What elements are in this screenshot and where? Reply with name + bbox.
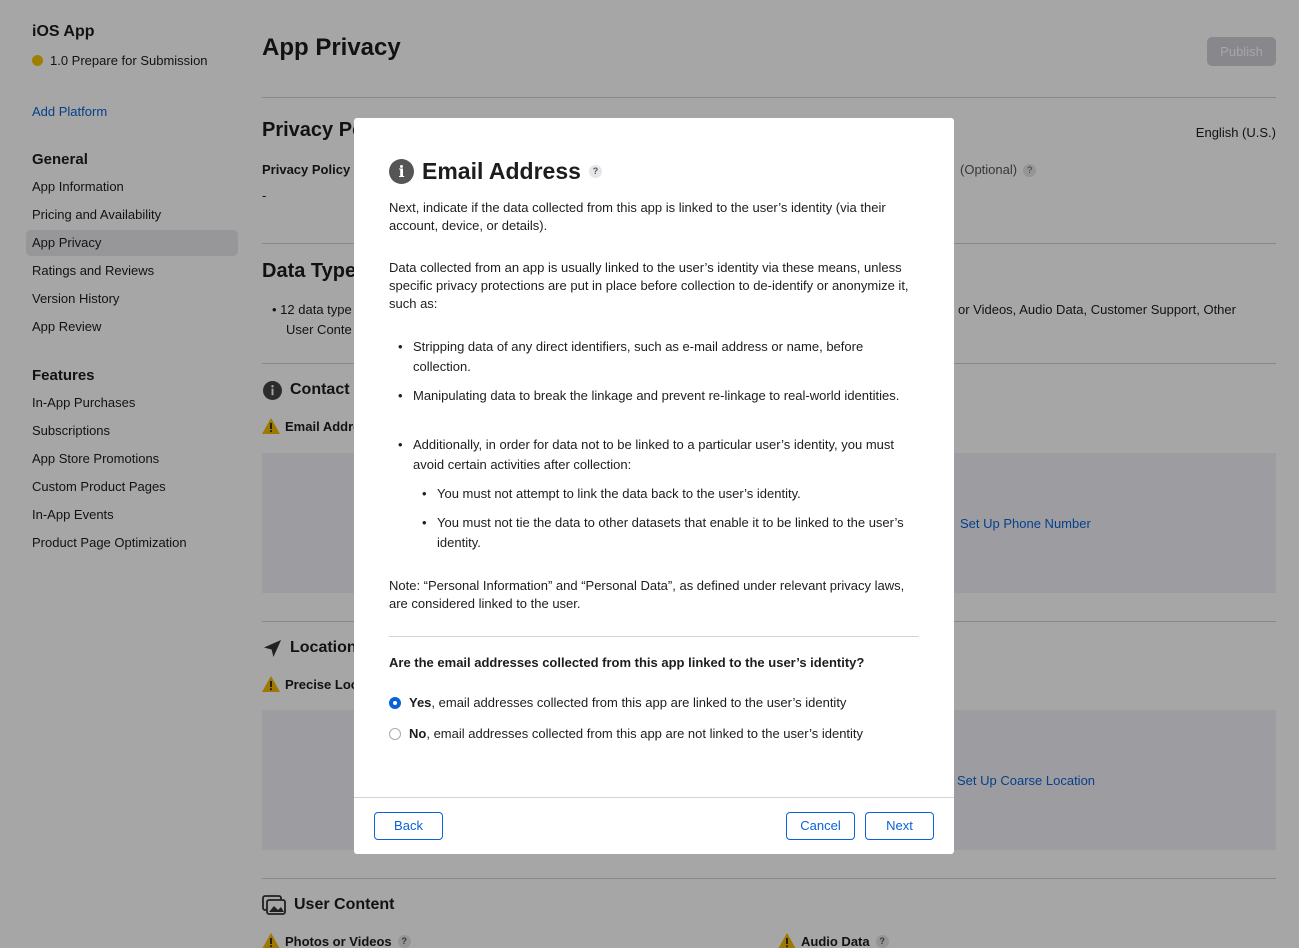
list-item: You must not attempt to link the data ba…	[422, 484, 923, 504]
list-item: You must not tie the data to other datas…	[422, 513, 923, 553]
info-icon: i	[389, 159, 414, 184]
list-item: Manipulating data to break the linkage a…	[398, 386, 923, 406]
dialog-paragraph: Data collected from an app is usually li…	[389, 260, 909, 311]
yes-option-label: Yes, email addresses collected from this…	[409, 695, 846, 710]
dialog-intro: Next, indicate if the data collected fro…	[389, 200, 886, 233]
yes-option-bold: Yes	[409, 695, 432, 710]
list-item: Additionally, in order for data not to b…	[398, 435, 923, 475]
no-option-label: No, email addresses collected from this …	[409, 726, 863, 741]
yes-radio[interactable]	[389, 696, 401, 709]
dialog-title-text: Email Address	[422, 158, 581, 184]
dialog-title: i Email Address?	[389, 158, 602, 185]
dialog-note: Note: “Personal Information” and “Person…	[389, 578, 905, 611]
no-option-text: , email addresses collected from this ap…	[426, 726, 864, 741]
no-option[interactable]: No, email addresses collected from this …	[389, 726, 863, 741]
email-address-dialog: i Email Address? Next, indicate if the d…	[354, 118, 954, 854]
yes-option-text: , email addresses collected from this ap…	[431, 695, 847, 710]
dialog-footer-divider	[354, 797, 954, 798]
yes-option[interactable]: Yes, email addresses collected from this…	[389, 695, 846, 710]
back-button[interactable]: Back	[374, 812, 443, 840]
list-item: Stripping data of any direct identifiers…	[398, 337, 923, 377]
cancel-button[interactable]: Cancel	[786, 812, 855, 840]
no-option-bold: No	[409, 726, 427, 741]
no-radio[interactable]	[389, 727, 401, 740]
linked-identity-question: Are the email addresses collected from t…	[389, 655, 865, 670]
divider	[389, 636, 919, 637]
next-button[interactable]: Next	[865, 812, 934, 840]
help-icon[interactable]: ?	[588, 165, 602, 178]
